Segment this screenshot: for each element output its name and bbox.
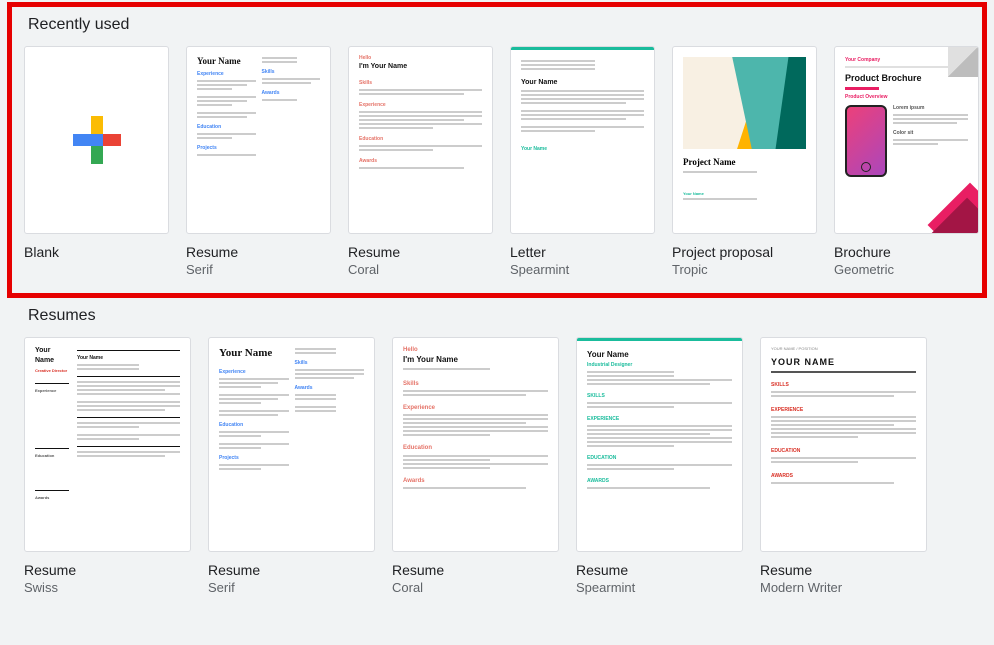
template-card-resume-modern-writer[interactable]: YOUR NAME / POSITION YOUR NAME SKILLS EX… xyxy=(760,337,927,595)
template-title: Resume xyxy=(348,244,493,260)
template-thumb: YOUR NAME / POSITION YOUR NAME SKILLS EX… xyxy=(760,337,927,552)
template-thumb: Project Name Your Name xyxy=(672,46,817,234)
template-title: Resume xyxy=(24,562,191,578)
template-thumb: Hello I'm Your Name Skills Experience Ed… xyxy=(392,337,559,552)
template-thumb: Your Name Industrial Designer SKILLS EXP… xyxy=(576,337,743,552)
template-row-resumes: Your Name Creative Director Experience E… xyxy=(24,337,970,595)
plus-icon xyxy=(25,47,168,233)
template-subtitle: Serif xyxy=(208,580,375,595)
template-title: Resume xyxy=(392,562,559,578)
section-resumes: Resumes Your Name Creative Director Expe… xyxy=(0,291,994,595)
template-thumb: Your Name Experience Education Projects … xyxy=(208,337,375,552)
template-thumb: Your Company Product Brochure Product Ov… xyxy=(834,46,979,234)
phone-illustration xyxy=(845,105,887,177)
template-thumb xyxy=(24,46,169,234)
template-subtitle: Serif xyxy=(186,262,331,277)
template-title: Letter xyxy=(510,244,655,260)
template-card-resume-coral-2[interactable]: Hello I'm Your Name Skills Experience Ed… xyxy=(392,337,559,595)
template-subtitle: Spearmint xyxy=(510,262,655,277)
template-thumb: Your Name Creative Director Experience E… xyxy=(24,337,191,552)
template-card-resume-swiss[interactable]: Your Name Creative Director Experience E… xyxy=(24,337,191,595)
template-card-letter-spearmint[interactable]: Your Name Your Name Letter Spearmint xyxy=(510,46,655,277)
template-card-resume-serif[interactable]: Your Name Experience Education Projects … xyxy=(186,46,331,277)
template-title: Resume xyxy=(576,562,743,578)
template-subtitle: Swiss xyxy=(24,580,191,595)
section-recently-used: Recently used Blank xyxy=(0,0,994,277)
template-title: Brochure xyxy=(834,244,979,260)
template-title: Resume xyxy=(208,562,375,578)
template-card-brochure-geometric[interactable]: Your Company Product Brochure Product Ov… xyxy=(834,46,979,277)
template-subtitle: Coral xyxy=(348,262,493,277)
section-title-recent: Recently used xyxy=(28,16,970,34)
template-title: Resume xyxy=(760,562,927,578)
template-subtitle: Tropic xyxy=(672,262,817,277)
section-title-resumes: Resumes xyxy=(28,307,970,325)
template-title: Blank xyxy=(24,244,169,260)
template-thumb: Your Name Your Name xyxy=(510,46,655,234)
template-thumb: Your Name Experience Education Projects … xyxy=(186,46,331,234)
template-title: Resume xyxy=(186,244,331,260)
template-subtitle: Coral xyxy=(392,580,559,595)
template-title: Project proposal xyxy=(672,244,817,260)
template-subtitle: Modern Writer xyxy=(760,580,927,595)
template-card-resume-coral[interactable]: Hello I'm Your Name Skills Experience Ed… xyxy=(348,46,493,277)
template-card-resume-serif-2[interactable]: Your Name Experience Education Projects … xyxy=(208,337,375,595)
template-card-resume-spearmint[interactable]: Your Name Industrial Designer SKILLS EXP… xyxy=(576,337,743,595)
template-subtitle: Geometric xyxy=(834,262,979,277)
template-row-recent: Blank Your Name Experience Education Pro… xyxy=(24,46,970,277)
template-thumb: Hello I'm Your Name Skills Experience Ed… xyxy=(348,46,493,234)
template-subtitle: Spearmint xyxy=(576,580,743,595)
template-card-blank[interactable]: Blank xyxy=(24,46,169,277)
template-card-project-proposal-tropic[interactable]: Project Name Your Name Project proposal … xyxy=(672,46,817,277)
